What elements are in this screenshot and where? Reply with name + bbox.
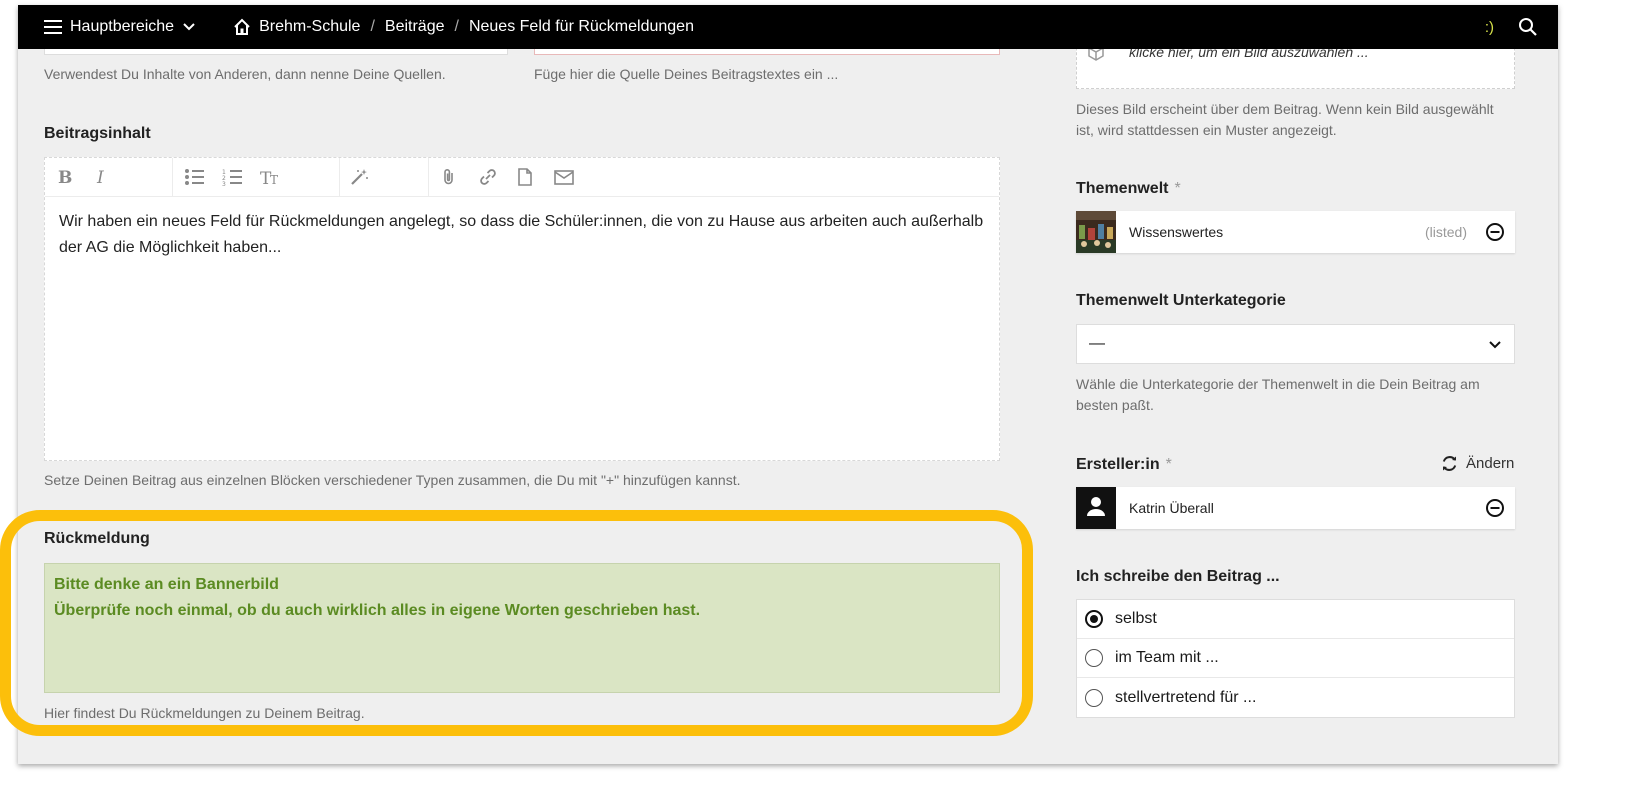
subcategory-label: Themenwelt Unterkategorie (1076, 292, 1286, 309)
chevron-down-icon (183, 23, 195, 31)
feedback-box: Bitte denke an ein Bannerbild Überprüfe … (44, 563, 1000, 693)
svg-text:3: 3 (222, 181, 226, 186)
breadcrumb: Brehm-Schule / Beiträge / Neues Feld für… (233, 18, 694, 36)
radio-label: im Team mit ... (1115, 649, 1219, 666)
radio-option-team[interactable]: im Team mit ... (1077, 639, 1514, 678)
bullet-list-icon[interactable] (184, 168, 204, 186)
remove-icon[interactable] (1485, 498, 1505, 518)
breadcrumb-current[interactable]: Neues Feld für Rückmeldungen (469, 18, 694, 36)
radio-button[interactable] (1085, 649, 1103, 667)
breadcrumb-separator: / (454, 18, 459, 35)
subcategory-hint: Wähle die Unterkategorie der Themenwelt … (1076, 376, 1480, 413)
attachment-icon[interactable] (441, 168, 457, 186)
status-emoticon: :) (1484, 18, 1494, 36)
theme-world-name: Wissenswertes (1129, 224, 1224, 240)
content-label: Beitragsinhalt (44, 125, 151, 142)
writing-mode-radio-group: selbst im Team mit ... stellvertretend f… (1076, 599, 1515, 718)
change-author-label: Ändern (1466, 455, 1515, 472)
main-menu-label: Hauptbereiche (70, 18, 175, 35)
content-text[interactable]: Wir haben ein neues Feld für Rückmeldung… (45, 197, 999, 273)
breadcrumb-section[interactable]: Beiträge (385, 18, 445, 36)
content-editor[interactable]: B I 123 TT Wir haben ein neues Feld für … (44, 157, 1000, 461)
file-icon[interactable] (517, 168, 533, 186)
change-author-button[interactable]: Ändern (1441, 455, 1514, 472)
svg-text:I: I (96, 168, 104, 186)
theme-world-label: Themenwelt * (1076, 180, 1181, 197)
radio-button-checked[interactable] (1085, 610, 1103, 628)
svg-text:B: B (58, 168, 72, 186)
hamburger-icon (44, 20, 62, 34)
radio-button[interactable] (1085, 688, 1103, 707)
bold-icon[interactable]: B (57, 168, 73, 186)
refresh-icon (1442, 456, 1457, 471)
text-size-icon[interactable]: TT (260, 168, 280, 186)
feedback-line: Bitte denke an ein Bannerbild (54, 576, 279, 593)
author-name: Katrin Überall (1129, 500, 1214, 516)
feedback-line: Überprüfe noch einmal, ob du auch wirkli… (54, 602, 701, 619)
radio-label: selbst (1115, 610, 1157, 627)
magic-wand-icon[interactable] (350, 168, 370, 186)
editor-toolbar: B I 123 TT (45, 158, 999, 197)
remove-icon[interactable] (1485, 222, 1505, 242)
main-menu-button[interactable]: Hauptbereiche (44, 18, 203, 36)
email-icon[interactable] (554, 168, 574, 186)
breadcrumb-site[interactable]: Brehm-Schule (259, 18, 360, 36)
feedback-label: Rückmeldung (44, 530, 150, 547)
home-icon[interactable] (233, 18, 251, 36)
theme-world-status: (listed) (1424, 224, 1467, 240)
theme-world-item[interactable]: Wissenswertes (listed) (1076, 211, 1515, 253)
breadcrumb-separator: / (370, 18, 375, 35)
content-hint: Setze Deinen Beitrag aus einzelnen Blöck… (44, 472, 741, 488)
subcategory-value: — (1089, 335, 1105, 352)
radio-option-selbst[interactable]: selbst (1077, 600, 1514, 639)
text-source-hint: Füge hier die Quelle Deines Beitragstext… (534, 66, 839, 82)
numbered-list-icon[interactable]: 123 (222, 168, 242, 186)
avatar (1076, 487, 1116, 529)
writing-mode-label: Ich schreibe den Beitrag ... (1076, 568, 1280, 585)
top-bar: Hauptbereiche Brehm-Schule / Beiträge / … (18, 5, 1558, 49)
author-item[interactable]: Katrin Überall (1076, 487, 1515, 529)
theme-thumbnail (1076, 211, 1116, 253)
svg-text:T: T (270, 173, 278, 186)
subcategory-select[interactable]: — (1076, 324, 1515, 364)
link-icon[interactable] (478, 168, 498, 186)
sources-hint: Verwendest Du Inhalte von Anderen, dann … (44, 66, 446, 82)
radio-option-proxy[interactable]: stellvertretend für ... (1077, 678, 1514, 717)
italic-icon[interactable]: I (95, 168, 109, 186)
chevron-down-icon (1489, 340, 1501, 348)
app-window: Hauptbereiche Brehm-Schule / Beiträge / … (18, 5, 1558, 764)
image-hint: Dieses Bild erscheint über dem Beitrag. … (1076, 101, 1494, 138)
radio-label: stellvertretend für ... (1115, 688, 1257, 706)
feedback-hint: Hier findest Du Rückmeldungen zu Deinem … (44, 705, 365, 721)
search-icon[interactable] (1518, 17, 1538, 37)
